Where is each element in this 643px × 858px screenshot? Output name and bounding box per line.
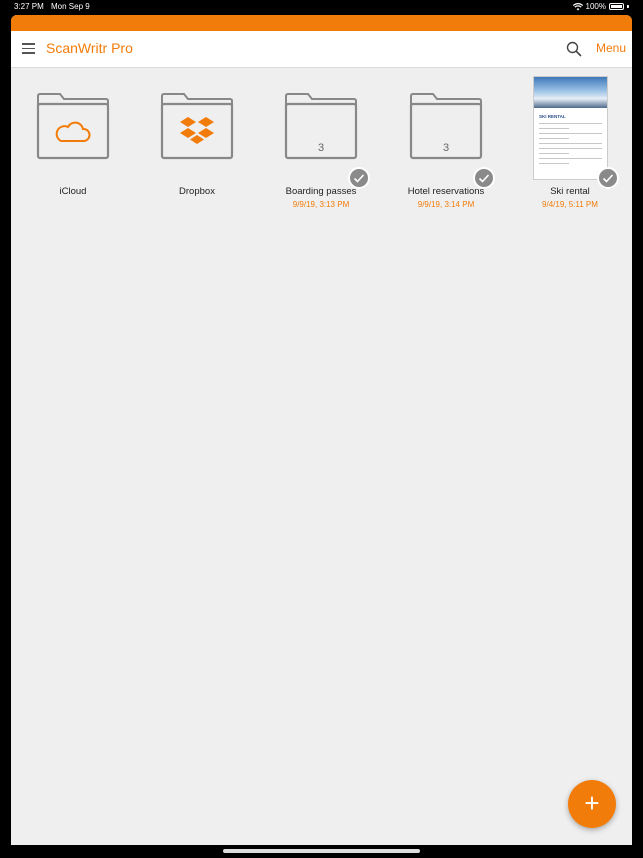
folder-icon <box>36 93 110 160</box>
battery-icon <box>609 3 624 10</box>
doc-heading: SKI RENTAL <box>539 114 566 119</box>
folder-count: 3 <box>442 142 450 154</box>
battery-nub <box>627 5 629 8</box>
item-date: 9/4/19, 5:11 PM <box>542 200 598 209</box>
app-screen: ScanWritr Pro Menu iCloud Dropbox 3 Boar… <box>11 15 632 845</box>
doc-photo <box>534 77 607 108</box>
menu-icon[interactable] <box>22 43 35 54</box>
item-label: Ski rental <box>550 186 590 197</box>
menu-link[interactable]: Menu <box>596 41 626 55</box>
item-date: 9/9/19, 3:13 PM <box>292 200 350 209</box>
item-label: iCloud <box>59 186 87 197</box>
document-thumbnail: SKI RENTAL <box>533 76 608 180</box>
folder-icon <box>160 93 234 160</box>
plus-icon: + <box>584 788 600 818</box>
search-icon[interactable] <box>566 41 582 57</box>
status-bar: 3:27 PM Mon Sep 9 100% <box>0 0 643 15</box>
home-indicator <box>223 849 420 853</box>
accent-strip <box>11 15 632 31</box>
folder-icon <box>409 93 483 160</box>
app-title: ScanWritr Pro <box>46 40 133 56</box>
item-label: Dropbox <box>179 186 215 197</box>
item-date: 9/9/19, 3:14 PM <box>417 200 475 209</box>
item-label: Hotel reservations <box>407 186 485 197</box>
status-time: 3:27 PM <box>14 2 44 11</box>
status-date: Mon Sep 9 <box>51 2 90 11</box>
folder-icon <box>284 93 358 160</box>
wifi-icon <box>572 2 583 10</box>
nav-bar: ScanWritr Pro Menu <box>11 31 632 68</box>
battery-percent: 100% <box>585 2 606 11</box>
status-right: 100% <box>572 2 629 11</box>
add-button[interactable]: + <box>568 780 616 828</box>
folder-count: 3 <box>317 142 325 154</box>
item-label: Boarding passes <box>285 186 357 197</box>
